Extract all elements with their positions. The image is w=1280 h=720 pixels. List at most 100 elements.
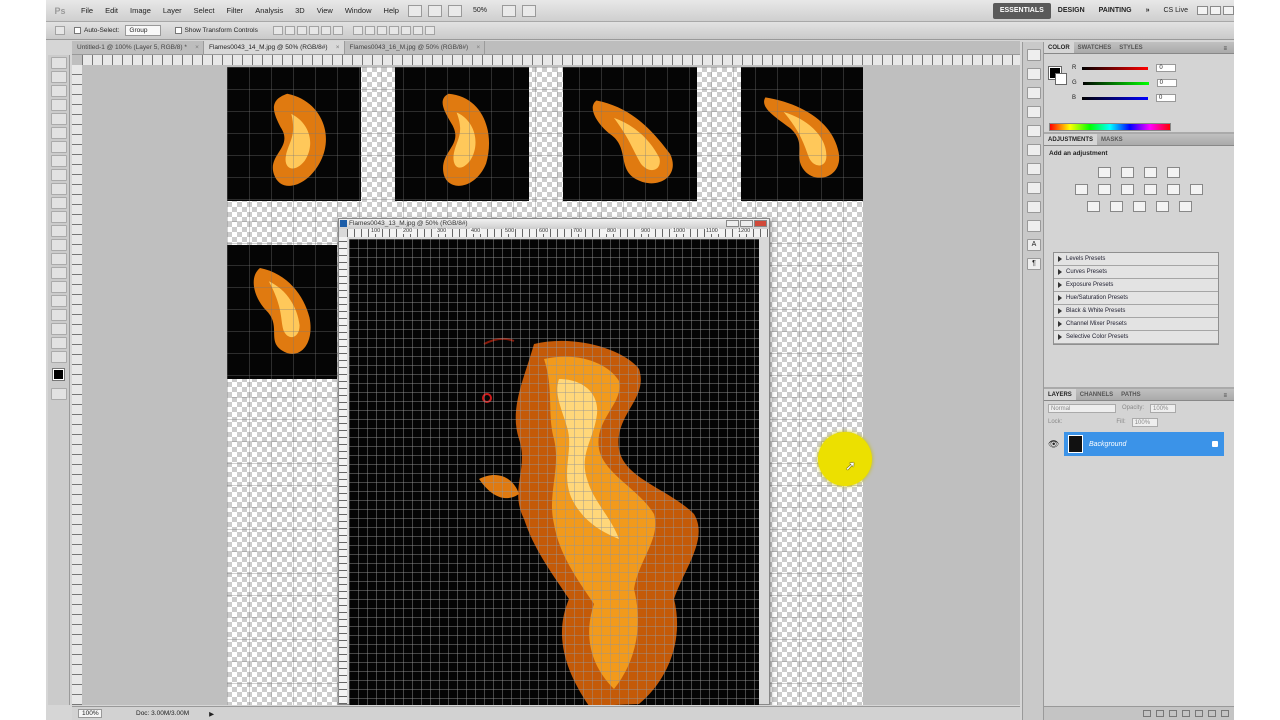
preset-curves[interactable]: Curves Presets bbox=[1054, 266, 1218, 279]
brightness-contrast-icon[interactable] bbox=[1098, 167, 1111, 178]
floating-doc-canvas[interactable] bbox=[349, 239, 759, 705]
selective-color-icon[interactable] bbox=[1178, 201, 1192, 212]
workspace-more[interactable]: » bbox=[1139, 0, 1157, 22]
clone-source-icon[interactable] bbox=[1027, 125, 1041, 137]
red-slider[interactable] bbox=[1082, 66, 1149, 70]
fill-field[interactable]: 100% bbox=[1131, 417, 1158, 427]
vertical-ruler[interactable] bbox=[72, 65, 82, 705]
tab-paths[interactable]: PATHS bbox=[1117, 389, 1144, 400]
doc-minimize-button[interactable] bbox=[726, 220, 739, 227]
layer-style-icon[interactable] bbox=[1156, 710, 1164, 717]
layer-row-background[interactable]: Background bbox=[1064, 432, 1224, 456]
workspace-essentials[interactable]: ESSENTIALS bbox=[992, 2, 1051, 19]
align-bottom-icon[interactable] bbox=[296, 26, 307, 35]
menu-file[interactable]: File bbox=[75, 0, 99, 22]
actions-icon[interactable] bbox=[1027, 68, 1041, 80]
foreground-color-swatch[interactable] bbox=[52, 368, 65, 381]
menu-3d[interactable]: 3D bbox=[289, 0, 311, 22]
status-zoom[interactable]: 100% bbox=[78, 709, 102, 718]
tab-styles[interactable]: STYLES bbox=[1115, 42, 1146, 53]
zoom-tool-icon[interactable] bbox=[51, 351, 67, 363]
tab-layers[interactable]: LAYERS bbox=[1044, 389, 1076, 400]
menu-layer[interactable]: Layer bbox=[157, 0, 188, 22]
maximize-button[interactable] bbox=[1210, 6, 1221, 15]
transform-controls-checkbox[interactable] bbox=[174, 27, 182, 34]
layer-comps-icon[interactable] bbox=[1027, 163, 1041, 175]
menu-select[interactable]: Select bbox=[188, 0, 221, 22]
quick-mask-icon[interactable] bbox=[51, 388, 67, 400]
floating-document-window[interactable]: Flames0043_13_M.jpg @ 50% (RGB/8#) 100 2… bbox=[338, 218, 770, 705]
arrange-documents-icon[interactable] bbox=[501, 4, 516, 17]
opacity-field[interactable]: 100% bbox=[1150, 403, 1177, 413]
red-value-field[interactable]: 0 bbox=[1156, 64, 1177, 72]
history-brush-tool-icon[interactable] bbox=[51, 183, 67, 195]
blue-slider[interactable] bbox=[1082, 96, 1149, 100]
hand-tool-icon[interactable] bbox=[447, 4, 462, 17]
black-white-icon[interactable] bbox=[1144, 184, 1157, 195]
green-slider[interactable] bbox=[1082, 81, 1149, 85]
crop-tool-icon[interactable] bbox=[51, 113, 67, 125]
preset-black-white[interactable]: Black & White Presets bbox=[1054, 305, 1218, 318]
type-tool-icon[interactable] bbox=[51, 267, 67, 279]
preset-selective-color[interactable]: Selective Color Presets bbox=[1054, 331, 1218, 344]
tab-color[interactable]: COLOR bbox=[1044, 42, 1074, 53]
preset-exposure[interactable]: Exposure Presets bbox=[1054, 279, 1218, 292]
new-layer-icon[interactable] bbox=[1208, 710, 1216, 717]
path-selection-tool-icon[interactable] bbox=[51, 281, 67, 293]
distribute-left-icon[interactable] bbox=[388, 26, 399, 35]
new-adjustment-icon[interactable] bbox=[1182, 710, 1190, 717]
close-icon[interactable]: × bbox=[195, 41, 199, 54]
distribute-right-icon[interactable] bbox=[412, 26, 423, 35]
levels-icon[interactable] bbox=[1121, 167, 1134, 178]
new-group-icon[interactable] bbox=[1195, 710, 1203, 717]
auto-align-icon[interactable] bbox=[424, 26, 435, 35]
gradient-tool-icon[interactable] bbox=[51, 211, 67, 223]
history-icon[interactable] bbox=[1027, 49, 1041, 61]
menu-analysis[interactable]: Analysis bbox=[249, 0, 289, 22]
blue-value-field[interactable]: 0 bbox=[1156, 94, 1177, 102]
preset-hue-saturation[interactable]: Hue/Saturation Presets bbox=[1054, 292, 1218, 305]
delete-layer-icon[interactable] bbox=[1221, 710, 1229, 717]
align-right-icon[interactable] bbox=[332, 26, 343, 35]
bridge-icon[interactable] bbox=[407, 4, 422, 17]
brush-presets-icon[interactable] bbox=[1027, 106, 1041, 118]
hue-saturation-icon[interactable] bbox=[1098, 184, 1111, 195]
align-hcenter-icon[interactable] bbox=[320, 26, 331, 35]
color-spectrum[interactable] bbox=[1049, 123, 1171, 131]
distribute-hcenter-icon[interactable] bbox=[400, 26, 411, 35]
floating-doc-ruler-left[interactable] bbox=[339, 237, 347, 704]
3d-panel-icon[interactable] bbox=[1027, 144, 1041, 156]
tab-masks[interactable]: MASKS bbox=[1097, 134, 1127, 145]
channel-mixer-icon[interactable] bbox=[1190, 184, 1203, 195]
link-layers-icon[interactable] bbox=[1143, 710, 1151, 717]
healing-brush-tool-icon[interactable] bbox=[51, 141, 67, 153]
menu-image[interactable]: Image bbox=[124, 0, 157, 22]
minibridge-icon[interactable] bbox=[427, 4, 442, 17]
menu-filter[interactable]: Filter bbox=[221, 0, 250, 22]
floating-doc-ruler-top[interactable]: 100 200 300 400 500 600 700 800 900 1000… bbox=[347, 228, 769, 237]
canvas-area[interactable]: Flames0043_13_M.jpg @ 50% (RGB/8#) 100 2… bbox=[72, 55, 1020, 705]
move-tool-icon[interactable] bbox=[51, 57, 67, 69]
gradient-map-icon[interactable] bbox=[1155, 201, 1169, 212]
exposure-icon[interactable] bbox=[1167, 167, 1180, 178]
workspace-design[interactable]: DESIGN bbox=[1051, 0, 1092, 22]
align-vcenter-icon[interactable] bbox=[284, 26, 295, 35]
panel-menu-icon[interactable]: ≡ bbox=[1219, 390, 1231, 402]
blur-tool-icon[interactable] bbox=[51, 225, 67, 237]
close-icon[interactable]: × bbox=[336, 41, 340, 54]
quick-select-tool-icon[interactable] bbox=[51, 99, 67, 111]
align-top-icon[interactable] bbox=[272, 26, 283, 35]
3d-orbit-tool-icon[interactable] bbox=[51, 323, 67, 335]
move-tool-preset-icon[interactable] bbox=[55, 26, 65, 35]
menu-window[interactable]: Window bbox=[339, 0, 378, 22]
align-left-icon[interactable] bbox=[308, 26, 319, 35]
screen-mode-icon[interactable] bbox=[521, 4, 536, 17]
eyedropper-tool-icon[interactable] bbox=[51, 127, 67, 139]
close-icon[interactable]: × bbox=[476, 41, 480, 54]
status-arrow-icon[interactable]: ▶ bbox=[209, 710, 214, 718]
menu-help[interactable]: Help bbox=[378, 0, 405, 22]
hand-tool-icon[interactable] bbox=[51, 337, 67, 349]
photo-filter-icon[interactable] bbox=[1167, 184, 1180, 195]
distribute-bottom-icon[interactable] bbox=[376, 26, 387, 35]
tab-channels[interactable]: CHANNELS bbox=[1076, 389, 1117, 400]
